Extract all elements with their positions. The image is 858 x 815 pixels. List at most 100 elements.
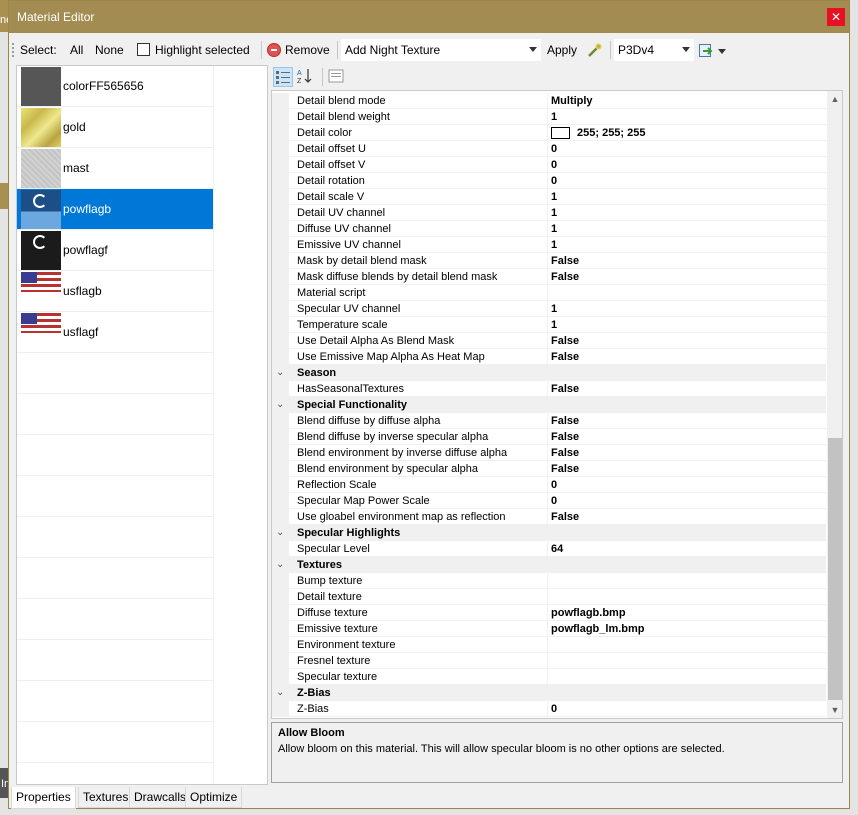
property-row[interactable]: Temperature scale 1 [272, 317, 826, 333]
property-value[interactable]: 1 [551, 317, 557, 333]
column-divider[interactable] [547, 493, 548, 509]
property-value[interactable]: 255; 255; 255 [577, 125, 646, 141]
property-category[interactable]: ⌄ Textures [272, 557, 826, 573]
scrollbar-thumb[interactable] [828, 438, 842, 700]
property-value[interactable]: False [551, 333, 579, 349]
list-item[interactable]: powflagf [17, 230, 213, 271]
column-divider[interactable] [547, 237, 548, 253]
column-divider[interactable] [547, 621, 548, 637]
toolbar-grip[interactable] [12, 43, 15, 57]
property-row[interactable]: Blend environment by specular alpha False [272, 461, 826, 477]
target-dropdown[interactable]: P3Dv4 [614, 39, 694, 61]
column-divider[interactable] [547, 509, 548, 525]
list-item[interactable]: usflagf [17, 312, 213, 353]
property-category[interactable]: ⌄ Z-Bias [272, 685, 826, 701]
column-divider[interactable] [547, 413, 548, 429]
property-row[interactable]: Use Emissive Map Alpha As Heat Map False [272, 349, 826, 365]
property-row[interactable]: Specular texture [272, 669, 826, 685]
property-row[interactable]: Emissive UV channel 1 [272, 237, 826, 253]
column-divider[interactable] [547, 445, 548, 461]
close-button[interactable]: ✕ [827, 8, 845, 26]
column-divider[interactable] [547, 221, 548, 237]
property-row[interactable]: Bump texture [272, 573, 826, 589]
property-category[interactable]: ⌄ Specular Highlights [272, 525, 826, 541]
property-row[interactable]: Diffuse UV channel 1 [272, 221, 826, 237]
property-value[interactable]: False [551, 253, 579, 269]
remove-icon[interactable] [267, 43, 281, 57]
add-texture-dropdown[interactable]: Add Night Texture [341, 39, 541, 61]
column-divider[interactable] [547, 349, 548, 365]
property-value[interactable]: False [551, 413, 579, 429]
property-row[interactable]: Environment texture [272, 637, 826, 653]
property-row[interactable]: Mask diffuse blends by detail blend mask… [272, 269, 826, 285]
list-item[interactable]: colorFF565656 [17, 66, 213, 107]
property-row[interactable]: Detail offset U 0 [272, 141, 826, 157]
select-all-button[interactable]: All [70, 38, 83, 62]
alphabetical-sort-icon[interactable]: A Z [296, 67, 316, 87]
column-divider[interactable] [547, 269, 548, 285]
chevron-down-icon[interactable]: ⌄ [276, 527, 284, 539]
column-divider[interactable] [547, 141, 548, 157]
column-divider[interactable] [547, 573, 548, 589]
column-divider[interactable] [547, 125, 548, 141]
property-row[interactable]: Detail color 255; 255; 255 [272, 125, 826, 141]
color-swatch[interactable] [551, 127, 570, 139]
property-value[interactable]: 1 [551, 237, 557, 253]
property-row[interactable]: Detail blend mode Multiply [272, 93, 826, 109]
property-row[interactable]: Material script [272, 285, 826, 301]
property-grid-scrollbar[interactable]: ▲ ▼ [827, 91, 842, 718]
tab-textures[interactable]: Textures [78, 787, 134, 808]
property-value[interactable]: 0 [551, 141, 557, 157]
property-value[interactable]: 1 [551, 205, 557, 221]
property-row[interactable]: Emissive texture powflagb_lm.bmp [272, 621, 826, 637]
column-divider[interactable] [547, 701, 548, 717]
column-divider[interactable] [547, 333, 548, 349]
property-row[interactable]: Detail offset V 0 [272, 157, 826, 173]
property-value[interactable]: False [551, 269, 579, 285]
column-divider[interactable] [547, 189, 548, 205]
property-value[interactable]: 0 [551, 157, 557, 173]
highlight-selected-checkbox[interactable] [137, 43, 150, 56]
property-row[interactable]: Specular Map Power Scale 0 [272, 493, 826, 509]
column-divider[interactable] [547, 589, 548, 605]
property-row[interactable]: Use Detail Alpha As Blend Mask False [272, 333, 826, 349]
property-value[interactable]: False [551, 445, 579, 461]
apply-button[interactable]: Apply [547, 38, 577, 62]
scroll-down-arrow[interactable]: ▼ [827, 702, 842, 718]
chevron-down-icon[interactable] [718, 49, 726, 54]
property-row[interactable]: Specular Level 64 [272, 541, 826, 557]
property-pages-icon[interactable] [327, 67, 347, 87]
property-row[interactable]: Specular UV channel 1 [272, 301, 826, 317]
scroll-up-arrow[interactable]: ▲ [827, 91, 842, 107]
property-value[interactable]: False [551, 381, 579, 397]
property-row[interactable]: Diffuse texture powflagb.bmp [272, 605, 826, 621]
property-grid[interactable]: Detail blend mode Multiply Detail blend we… [271, 90, 843, 719]
property-row[interactable]: Fresnel texture [272, 653, 826, 669]
list-item[interactable]: powflagb [17, 189, 213, 230]
property-row[interactable]: Detail texture [272, 589, 826, 605]
highlight-selected-label[interactable]: Highlight selected [155, 38, 250, 62]
property-value[interactable]: False [551, 349, 579, 365]
list-item[interactable]: usflagb [17, 271, 213, 312]
property-row[interactable]: Blend environment by inverse diffuse alp… [272, 445, 826, 461]
property-row[interactable]: Detail UV channel 1 [272, 205, 826, 221]
chevron-down-icon[interactable]: ⌄ [276, 399, 284, 411]
property-value[interactable]: 0 [551, 173, 557, 189]
column-divider[interactable] [547, 157, 548, 173]
property-value[interactable]: False [551, 509, 579, 525]
list-item[interactable]: mast [17, 148, 213, 189]
list-item[interactable]: gold [17, 107, 213, 148]
column-divider[interactable] [547, 477, 548, 493]
tab-optimize[interactable]: Optimize [185, 787, 243, 808]
column-divider[interactable] [547, 653, 548, 669]
column-divider[interactable] [547, 301, 548, 317]
property-row[interactable]: HasSeasonalTextures False [272, 381, 826, 397]
column-divider[interactable] [547, 285, 548, 301]
column-divider[interactable] [547, 205, 548, 221]
property-row[interactable]: Z-Bias 0 [272, 701, 826, 717]
categorized-icon[interactable] [273, 67, 293, 87]
chevron-down-icon[interactable]: ⌄ [276, 687, 284, 699]
select-none-button[interactable]: None [95, 38, 124, 62]
property-value[interactable]: False [551, 429, 579, 445]
column-divider[interactable] [547, 605, 548, 621]
